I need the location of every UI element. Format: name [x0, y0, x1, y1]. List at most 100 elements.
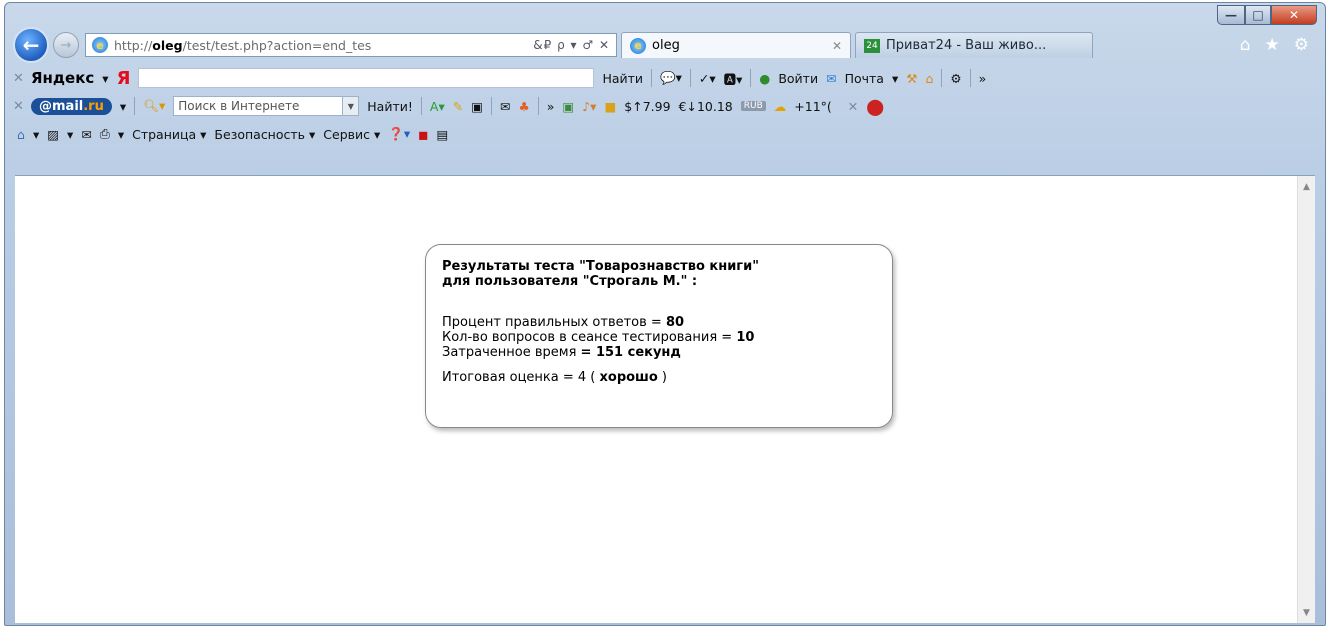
mailru-find-button[interactable]: Найти! [367, 99, 413, 114]
vertical-scrollbar[interactable]: ▲ ▼ [1297, 176, 1315, 623]
privat24-icon: 24 [864, 38, 880, 53]
page-content: Результаты теста "Товарознавство книги" … [15, 175, 1315, 623]
back-arrow-icon: ← [22, 33, 40, 57]
weather-icon: ☁ [773, 98, 787, 114]
game-icon[interactable]: ▣ [562, 99, 574, 114]
back-button[interactable]: ← [13, 27, 49, 63]
tab-label: oleg [652, 38, 680, 53]
browser-right-icons: ⌂ ★ ⚙ [1240, 35, 1319, 55]
mailru-logo[interactable]: @mail.ru [31, 97, 112, 115]
translate-icon[interactable]: 🅰▾ [724, 69, 743, 88]
chevron-down-icon[interactable]: ▾ [892, 71, 898, 86]
test-result-panel: Результаты теста "Товарознавство книги" … [425, 244, 893, 428]
more-chevron-icon[interactable]: » [547, 99, 555, 114]
kaspersky-icon[interactable]: ◼ [418, 127, 428, 142]
search-dropdown-icon[interactable]: ▼ [342, 97, 359, 115]
pencil-icon[interactable]: ✎ [453, 99, 463, 114]
rub-badge[interactable]: RUB [740, 101, 766, 111]
correct-percent-row: Процент правильных ответов = 80 [442, 315, 685, 330]
scroll-up-icon[interactable]: ▲ [1298, 178, 1315, 195]
mailru-toolbar: ✕ @mail.ru ▾ 🔍︎▾ Поиск в Интернете ▼ Най… [5, 93, 1325, 119]
tab-privat24[interactable]: 24 Приват24 - Ваш живо... [855, 32, 1093, 58]
address-tools[interactable]: &₽ ρ ▾ ♂ ✕ [533, 38, 610, 52]
eur-rate[interactable]: €↓10.18 [679, 99, 733, 114]
address-bar[interactable]: e http://oleg/test/test.php?action=end_t… [85, 33, 617, 57]
help-icon[interactable]: ❓▾ [388, 126, 410, 142]
home-yandex-icon[interactable]: ⌂ [925, 71, 933, 86]
tools-menu[interactable]: Сервис ▾ [323, 127, 380, 142]
close-window-button[interactable]: ✕ [1271, 5, 1317, 25]
weather-temp[interactable]: +11°( [794, 99, 832, 114]
yandex-logo-icon[interactable]: Я [117, 68, 131, 89]
more-chevron-icon[interactable]: » [979, 71, 987, 86]
final-grade-row: Итоговая оценка = 4 ( хорошо ) [442, 370, 668, 385]
maximize-button[interactable]: □ [1245, 5, 1271, 25]
people-icon[interactable]: ♣ [519, 99, 530, 114]
yandex-search-input[interactable] [138, 68, 595, 88]
gear-icon[interactable]: ⚙ [1294, 35, 1309, 55]
forward-arrow-icon: → [60, 37, 72, 53]
page-menu[interactable]: Страница ▾ [132, 127, 206, 142]
print-icon[interactable]: ⎙ [100, 126, 110, 142]
window-controls: — □ ✕ [1217, 5, 1317, 26]
chevron-down-icon[interactable]: ▾ [33, 127, 39, 142]
research-icon[interactable]: ▤ [436, 127, 448, 142]
scroll-down-icon[interactable]: ▼ [1298, 604, 1315, 621]
divider [491, 97, 493, 115]
usd-rate[interactable]: $↑7.99 [624, 99, 670, 114]
yandex-brand[interactable]: Яндекс [31, 69, 94, 87]
ie-tab-icon: e [630, 37, 646, 54]
spellcheck-icon[interactable]: ✓▾ [699, 71, 716, 86]
question-count-row: Кол-во вопросов в сеансе тестирования = … [442, 330, 755, 345]
address-url[interactable]: http://oleg/test/test.php?action=end_tes [114, 38, 527, 53]
divider [689, 69, 691, 87]
yandex-find-button[interactable]: Найти [602, 71, 643, 86]
favorites-star-icon[interactable]: ★ [1265, 35, 1280, 55]
magnifier-icon[interactable]: 🔍︎▾ [143, 98, 165, 114]
divider [420, 97, 422, 115]
chat-bubble-icon[interactable]: 💬▾ [660, 70, 682, 86]
envelope-icon[interactable]: ✉ [500, 99, 510, 114]
divider [651, 69, 653, 87]
login-icon: ● [759, 70, 771, 86]
home-icon[interactable]: ⌂ [1240, 35, 1251, 55]
close-tab-icon[interactable]: ✕ [832, 39, 842, 53]
yandex-toolbar: ✕ Яндекс ▾ Я Найти 💬▾ ✓▾ 🅰▾ ● Войти ✉ По… [5, 65, 1325, 91]
chevron-down-icon[interactable]: ▾ [67, 127, 73, 142]
mailru-search-input[interactable]: Поиск в Интернете ▼ [173, 96, 360, 116]
divider [969, 69, 971, 87]
close-toolbar-icon[interactable]: ✕ [13, 99, 24, 114]
close-toolbar-icon[interactable]: ✕ [13, 71, 24, 86]
close-icon[interactable]: ✕ [848, 99, 858, 114]
tab-label: Приват24 - Ваш живо... [886, 38, 1047, 53]
result-title: Результаты теста "Товарознавство книги" … [442, 259, 759, 289]
mail-icon: ✉ [826, 70, 837, 86]
divider [941, 69, 943, 87]
time-spent-row: Затраченное время = 151 секунд [442, 345, 681, 360]
window-icon[interactable]: ▣ [471, 99, 483, 114]
minimize-button[interactable]: — [1217, 5, 1245, 25]
tab-oleg[interactable]: e oleg ✕ [621, 32, 851, 58]
chevron-down-icon[interactable]: ▾ [102, 71, 108, 86]
folder-icon[interactable]: ■ [604, 99, 616, 114]
music-icon[interactable]: ♪▾ [582, 99, 596, 114]
ie-page-icon: e [92, 37, 108, 53]
chevron-down-icon[interactable]: ▾ [118, 127, 124, 142]
chevron-down-icon[interactable]: ▾ [120, 99, 126, 114]
safety-menu[interactable]: Безопасность ▾ [214, 127, 315, 142]
divider [134, 97, 136, 115]
forward-button[interactable]: → [53, 32, 79, 58]
read-mail-icon[interactable]: ✉ [81, 127, 91, 142]
login-button[interactable]: Войти [778, 71, 818, 86]
rss-icon[interactable]: ▨ [47, 127, 59, 142]
divider [537, 97, 539, 115]
settings-icon[interactable]: ⚙ [950, 71, 961, 86]
divider [750, 69, 752, 87]
font-icon[interactable]: A▾ [430, 99, 445, 114]
home-icon[interactable]: ⌂ [17, 127, 25, 142]
result-stats: Процент правильных ответов = 80 Кол-во в… [442, 315, 876, 360]
mail-button[interactable]: Почта [845, 71, 884, 86]
pdf-icon[interactable]: ⬤ [866, 97, 884, 116]
tools-icon[interactable]: ⚒ [906, 71, 917, 86]
browser-window: — □ ✕ ← → e http://oleg/test/test.php?ac… [4, 2, 1326, 626]
